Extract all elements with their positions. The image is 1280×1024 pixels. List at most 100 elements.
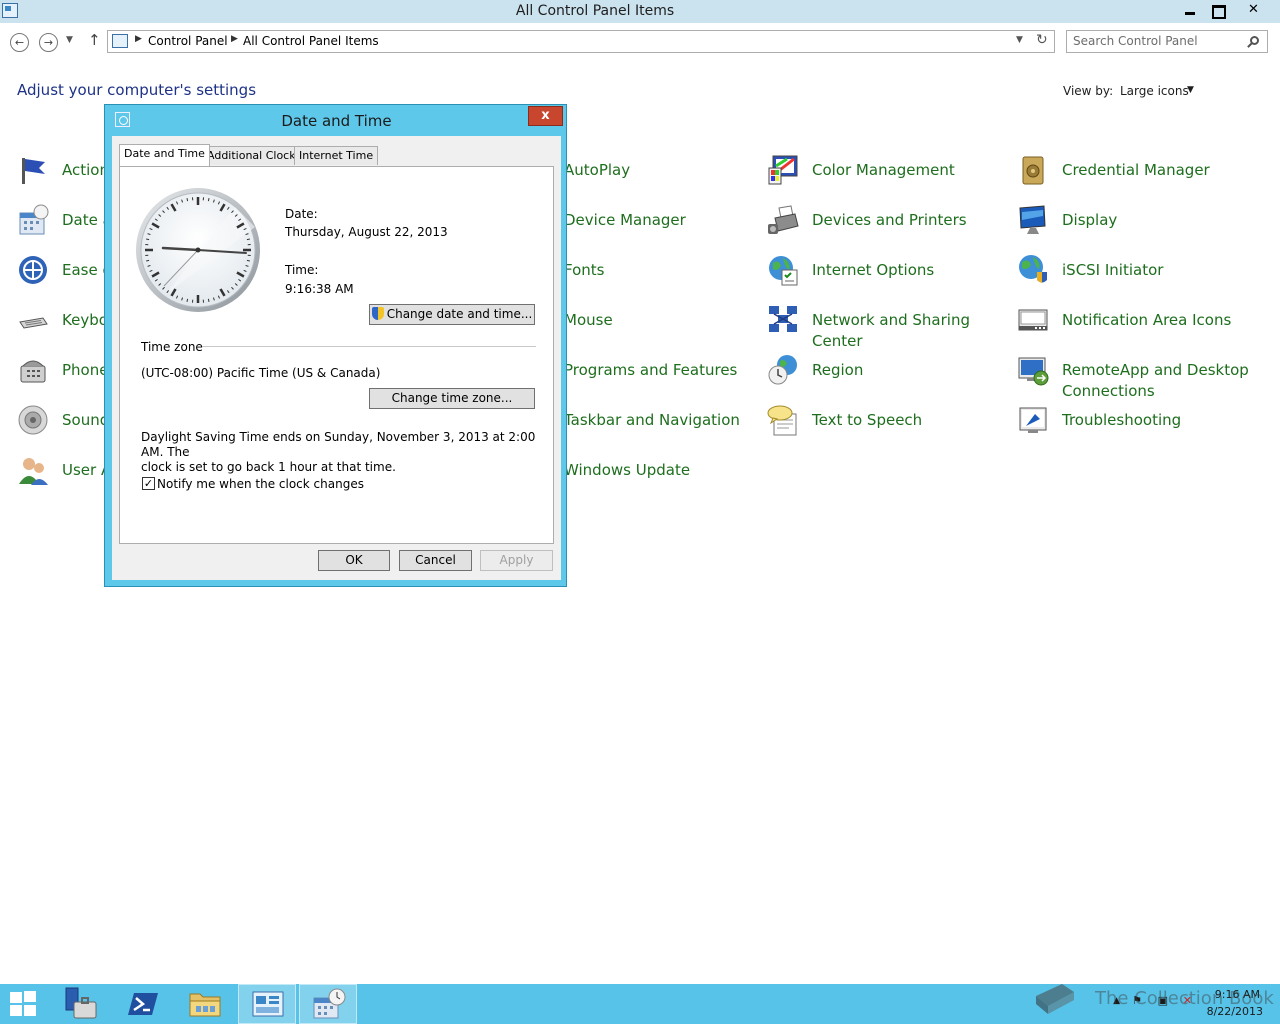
up-button[interactable]: ↑	[88, 31, 101, 49]
file-explorer-taskbar-button[interactable]	[176, 984, 234, 1024]
time-zone-value: (UTC-08:00) Pacific Time (US & Canada)	[141, 366, 381, 380]
search-icon[interactable]	[1250, 36, 1259, 45]
cp-item-label[interactable]: Phone	[62, 360, 108, 381]
cp-item-label[interactable]: Text to Speech	[812, 410, 922, 431]
tab-date-and-time[interactable]: Date and Time	[119, 144, 210, 166]
view-by-dropdown[interactable]: Large icons	[1120, 84, 1189, 98]
folder-icon	[189, 993, 221, 1017]
change-date-and-time-button[interactable]: Change date and time...	[369, 304, 535, 325]
recent-locations-button[interactable]: ▼	[66, 35, 73, 45]
clock-minute-tick	[146, 238, 150, 241]
powershell-taskbar-button[interactable]	[114, 984, 172, 1024]
address-dropdown-icon[interactable]: ▼	[1016, 35, 1023, 45]
control-panel-taskbar-button[interactable]	[238, 984, 296, 1024]
date-value: Thursday, August 22, 2013	[285, 225, 448, 239]
cp-item-label[interactable]: Devices and Printers	[812, 210, 967, 231]
cp-item-label[interactable]: Keybo	[62, 310, 108, 331]
cp-item-label[interactable]: Fonts	[564, 260, 604, 281]
control-panel-icon	[112, 34, 128, 48]
server-manager-icon	[65, 987, 97, 1019]
cp-item-label[interactable]: Sound	[62, 410, 109, 431]
cp-item-label-line2[interactable]: Connections	[1062, 382, 1155, 400]
tab-additional-clocks[interactable]: Additional Clocks	[202, 146, 307, 165]
analog-clock-icon	[135, 187, 263, 319]
cp-item-label[interactable]: Taskbar and Navigation	[564, 410, 740, 431]
minimize-button[interactable]	[1177, 0, 1204, 20]
cp-item-label[interactable]: Notification Area Icons	[1062, 310, 1231, 331]
breadcrumb-control-panel[interactable]: Control Panel	[148, 34, 228, 48]
color-management-icon	[767, 154, 799, 186]
change-time-zone-button[interactable]: Change time zone...	[369, 388, 535, 409]
dialog-client-area: Date and Time Additional Clocks Internet…	[112, 136, 561, 580]
time-value: 9:16:38 AM	[285, 282, 354, 296]
speaker-icon	[17, 404, 49, 436]
dst-info-line2: clock is set to go back 1 hour at that t…	[141, 460, 396, 474]
server-manager-taskbar-button[interactable]	[52, 984, 110, 1024]
back-button[interactable]: ←	[10, 33, 29, 52]
search-input[interactable]	[1073, 34, 1243, 48]
troubleshooting-icon	[1017, 404, 1049, 436]
tab-internet-time[interactable]: Internet Time	[294, 146, 379, 165]
address-bar[interactable]: ▶ Control Panel ▶ All Control Panel Item…	[107, 30, 1055, 53]
cp-item-label[interactable]: Credential Manager	[1062, 160, 1210, 181]
region-icon	[767, 354, 799, 386]
cp-item-label[interactable]: Color Management	[812, 160, 955, 181]
close-button[interactable]: ✕	[1231, 0, 1276, 20]
clock-minute-tick	[186, 298, 189, 302]
date-and-time-dialog: Date and Time x Date and Time Additional…	[104, 104, 567, 587]
speech-bubble-icon	[767, 404, 799, 436]
refresh-icon[interactable]: ↻	[1036, 32, 1048, 48]
cp-item-label[interactable]: Windows Update	[564, 460, 690, 481]
cp-item-label[interactable]: Internet Options	[812, 260, 934, 281]
windows-logo-icon	[10, 991, 38, 1017]
breadcrumb-all-items[interactable]: All Control Panel Items	[243, 34, 379, 48]
start-button[interactable]	[0, 984, 58, 1024]
cp-item-label[interactable]: Mouse	[564, 310, 613, 331]
remoteapp-icon	[1017, 354, 1049, 386]
time-label: Time:	[285, 263, 319, 277]
date-label: Date:	[285, 207, 318, 221]
book-watermark-icon	[1032, 980, 1076, 1016]
cp-item-label[interactable]: Region	[812, 360, 863, 381]
dialog-close-button[interactable]: x	[528, 106, 563, 126]
clock-minute-tick	[186, 198, 189, 202]
cp-item-label[interactable]: Network and Sharing Center	[812, 310, 970, 352]
notification-area-icon	[1017, 304, 1049, 336]
cp-item-label[interactable]: Programs and Features	[564, 360, 737, 381]
cp-item-label-line1[interactable]: Network and Sharing	[812, 311, 970, 329]
monitor-icon	[1017, 204, 1049, 236]
apply-button[interactable]: Apply	[480, 550, 553, 571]
iscsi-globe-icon	[1017, 254, 1049, 286]
time-zone-label: Time zone	[141, 340, 203, 354]
cp-item-label-line2[interactable]: Center	[812, 332, 863, 350]
maximize-button[interactable]	[1204, 0, 1231, 20]
ok-button[interactable]: OK	[318, 550, 390, 571]
clock-minute-tick	[207, 198, 210, 202]
date-and-time-taskbar-button[interactable]	[299, 984, 357, 1024]
cp-item-label[interactable]: Troubleshooting	[1062, 410, 1181, 431]
notify-clock-changes-label[interactable]: Notify me when the clock changes	[157, 477, 364, 491]
cp-item-label[interactable]: iSCSI Initiator	[1062, 260, 1163, 281]
cancel-button[interactable]: Cancel	[399, 550, 472, 571]
cp-item-label-line1[interactable]: RemoteApp and Desktop	[1062, 361, 1249, 379]
ease-of-access-icon	[17, 254, 49, 286]
clock-minute-tick	[246, 259, 250, 262]
breadcrumb-chevron-icon[interactable]: ▶	[231, 34, 238, 44]
breadcrumb-chevron-icon[interactable]: ▶	[135, 34, 142, 44]
search-box[interactable]	[1066, 30, 1268, 53]
cp-item-label[interactable]: Display	[1062, 210, 1117, 231]
clock-minute-tick	[246, 238, 250, 241]
forward-button[interactable]: →	[39, 33, 58, 52]
cp-item-label[interactable]: Action	[62, 160, 109, 181]
calendar-icon	[17, 204, 49, 236]
network-icon	[767, 304, 799, 336]
cp-item-label[interactable]: AutoPlay	[564, 160, 630, 181]
cp-item-label[interactable]: RemoteApp and Desktop Connections	[1062, 360, 1249, 402]
printer-icon	[767, 204, 799, 236]
cp-item-label[interactable]: Device Manager	[564, 210, 686, 231]
view-by-chevron-down-icon[interactable]: ▼	[1187, 85, 1194, 95]
watermark-text: The Collection Book	[1095, 988, 1274, 1009]
notify-clock-changes-checkbox[interactable]: ✓	[142, 477, 155, 490]
keyboard-icon	[17, 304, 49, 336]
control-panel-icon	[252, 991, 284, 1017]
